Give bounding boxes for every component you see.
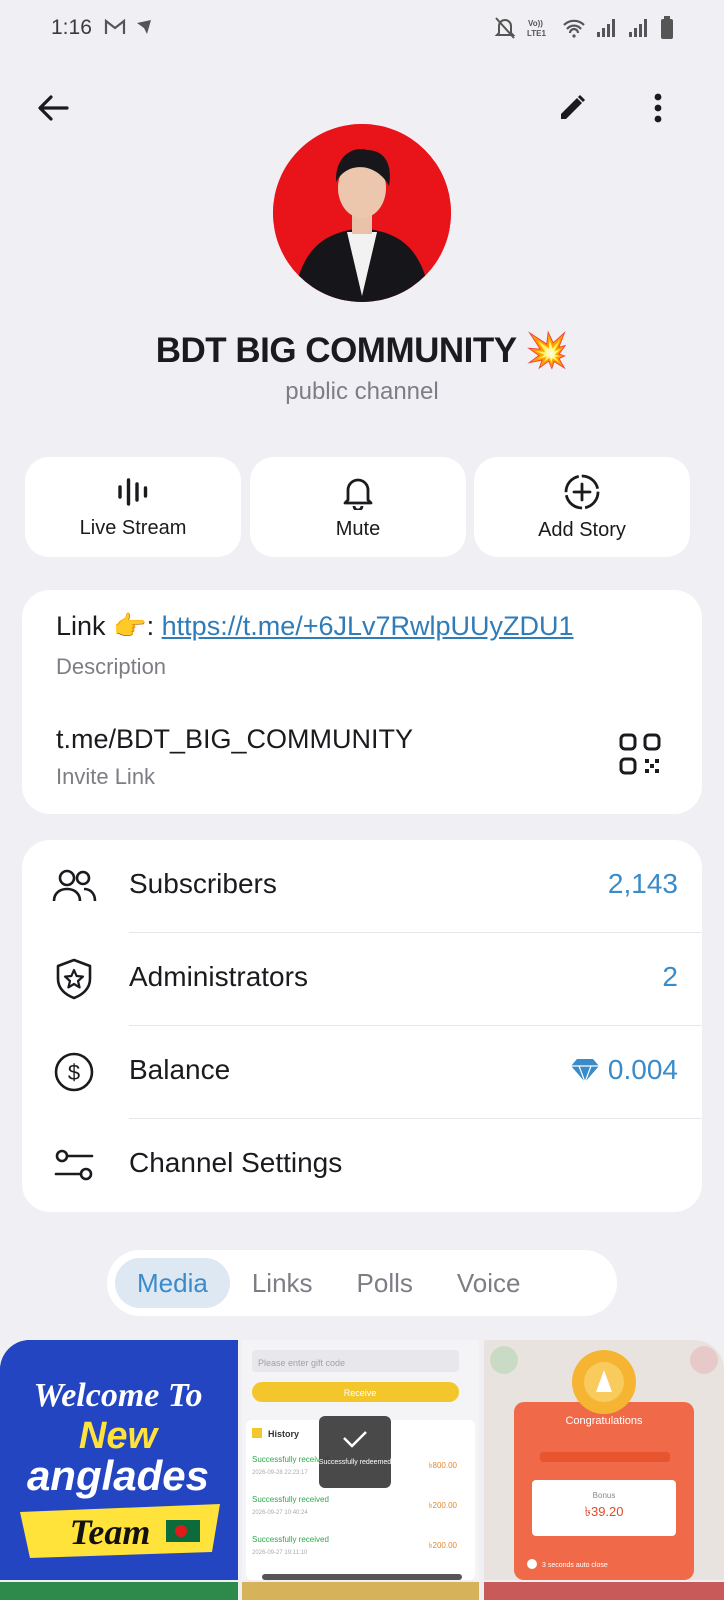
balance-label: Balance — [129, 1054, 231, 1085]
location-arrow-icon — [137, 20, 151, 34]
auto-close-text: 3 seconds auto close — [542, 1562, 608, 1569]
more-menu-button[interactable] — [634, 84, 682, 132]
media-thumbnail[interactable] — [0, 1582, 238, 1600]
congrats-title: Congratulations — [565, 1415, 643, 1427]
svg-text:$: $ — [68, 1060, 80, 1085]
bell-icon — [343, 478, 373, 510]
qr-code-button[interactable] — [618, 732, 662, 776]
tab-voice[interactable]: Voice — [435, 1258, 543, 1308]
users-icon — [50, 862, 98, 910]
media-thumbnail[interactable]: Welcome To New anglades Team — [0, 1340, 238, 1580]
signal-icon — [629, 19, 647, 37]
gmail-icon — [104, 18, 126, 34]
tab-media[interactable]: Media — [115, 1258, 230, 1308]
dollar-circle-icon: $ — [50, 1048, 98, 1096]
history-row-amount: ৳200.00 — [429, 1541, 458, 1550]
welcome-line4: Team — [70, 1512, 151, 1552]
link-prefix: Link 👉: — [56, 611, 162, 641]
more-vertical-icon — [654, 93, 662, 123]
battery-icon — [661, 16, 673, 39]
invite-link-label: Invite Link — [56, 764, 156, 789]
description-label: Description — [56, 654, 167, 679]
balance-value-wrap: 0.004 — [570, 1054, 678, 1086]
live-stream-label: Live Stream — [79, 516, 187, 539]
edit-button[interactable] — [548, 84, 596, 132]
arrow-left-icon — [38, 95, 69, 121]
channel-settings-row[interactable]: Channel Settings — [22, 1119, 702, 1212]
media-thumbnail[interactable] — [242, 1582, 479, 1600]
sliders-icon — [50, 1141, 98, 1189]
receive-button-text: Receive — [344, 1388, 377, 1398]
status-time: 1:16 — [51, 16, 92, 39]
channel-title: BDT BIG COMMUNITY 💥 — [155, 331, 569, 370]
pencil-icon — [561, 94, 586, 119]
channel-info-card: Link 👉: https://t.me/+6JLv7RwlpUUyZDU1 D… — [22, 590, 702, 814]
history-row-amount: ৳200.00 — [429, 1501, 458, 1510]
volte-icon: Vo))LTE1 — [527, 19, 547, 38]
history-row-label: Successfully received — [252, 1535, 329, 1544]
toast-text: Successfully redeemed — [319, 1459, 391, 1466]
gift-code-placeholder: Please enter gift code — [258, 1358, 345, 1368]
channel-settings-label: Channel Settings — [129, 1147, 343, 1178]
channel-stats-card: Subscribers 2,143 Administrators 2 $ Bal… — [22, 840, 702, 1212]
channel-type: public channel — [285, 378, 439, 405]
back-button[interactable] — [29, 84, 77, 132]
home-indicator[interactable] — [262, 1574, 462, 1580]
invite-link-value[interactable]: t.me/BDT_BIG_COMMUNITY — [56, 724, 413, 755]
description-text: Link 👉: https://t.me/+6JLv7RwlpUUyZDU1 — [56, 610, 574, 642]
administrators-row[interactable]: Administrators 2 — [22, 933, 702, 1026]
bell-off-icon — [494, 17, 516, 39]
history-row-label: Successfully received — [252, 1495, 329, 1504]
history-row-date: 2026-09-27 19:11:10 — [252, 1550, 308, 1556]
history-row-label: Successfully received — [252, 1455, 329, 1464]
mute-button[interactable]: Mute — [250, 457, 466, 557]
welcome-line2: New — [79, 1415, 160, 1457]
history-title: History — [268, 1429, 299, 1439]
history-row-amount: ৳800.00 — [429, 1461, 458, 1470]
svg-text:LTE1: LTE1 — [527, 29, 547, 38]
balance-value: 0.004 — [607, 1054, 678, 1085]
bonus-label: Bonus — [593, 1491, 616, 1500]
shield-star-icon — [50, 955, 98, 1003]
diamond-icon — [570, 1059, 599, 1083]
media-thumbnail[interactable]: Congratulations Bonus ৳39.20 3 seconds a… — [484, 1340, 724, 1580]
history-row-date: 2026-09-28 22:23:17 — [252, 1470, 308, 1476]
tab-links[interactable]: Links — [230, 1258, 335, 1308]
live-stream-icon — [118, 477, 148, 506]
channel-avatar[interactable] — [273, 124, 451, 302]
bonus-value: ৳39.20 — [584, 1504, 623, 1519]
media-thumbnail[interactable]: Please enter gift code Receive History S… — [242, 1340, 479, 1580]
live-stream-button[interactable]: Live Stream — [25, 457, 241, 557]
administrators-label: Administrators — [129, 961, 308, 992]
description-link[interactable]: https://t.me/+6JLv7RwlpUUyZDU1 — [162, 611, 574, 641]
add-story-button[interactable]: Add Story — [474, 457, 690, 557]
mute-label: Mute — [335, 517, 381, 540]
qr-code-icon — [619, 733, 661, 775]
status-bar: 1:16 Vo)) LTE1 — [0, 0, 724, 58]
subscribers-count: 2,143 — [607, 868, 678, 899]
svg-text:Vo)): Vo)) — [528, 19, 543, 28]
history-row-date: 2026-09-27 10:40:24 — [252, 1510, 308, 1516]
signal-icon — [597, 19, 615, 37]
status-left-icons — [104, 18, 152, 36]
administrators-count: 2 — [662, 961, 678, 992]
shared-media-tabs: Media Links Polls Voice — [107, 1250, 617, 1316]
balance-row[interactable]: $ Balance 0.004 — [22, 1026, 702, 1119]
status-right-icons: Vo)) LTE1 — [494, 16, 674, 40]
subscribers-label: Subscribers — [129, 868, 277, 899]
welcome-line3: anglades — [27, 1452, 209, 1499]
tab-polls[interactable]: Polls — [335, 1258, 435, 1308]
media-thumbnail[interactable] — [484, 1582, 724, 1600]
add-story-icon — [564, 474, 600, 509]
add-story-label: Add Story — [538, 518, 626, 541]
welcome-line1: Welcome To — [33, 1377, 202, 1414]
subscribers-row[interactable]: Subscribers 2,143 — [22, 840, 702, 933]
avatar-portrait-image — [273, 124, 451, 302]
wifi-icon — [563, 19, 585, 38]
